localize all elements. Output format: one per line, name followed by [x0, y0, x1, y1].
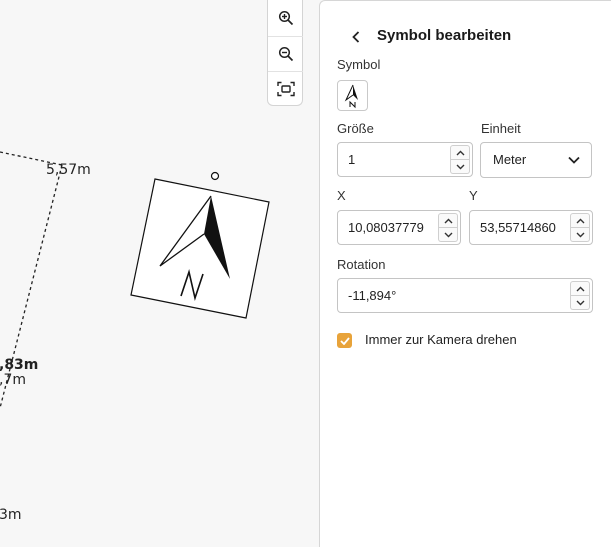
chevron-up-icon	[576, 218, 584, 223]
y-value: 53,55714860	[480, 220, 556, 235]
size-decrement-button[interactable]	[450, 160, 470, 174]
back-button[interactable]	[347, 26, 365, 48]
symbol-label: Symbol	[337, 57, 381, 72]
zoom-out-button[interactable]	[268, 36, 303, 71]
x-input[interactable]: 10,08037779	[337, 210, 461, 245]
north-arrow-icon	[344, 84, 358, 108]
chevron-down-icon	[576, 300, 584, 305]
rotation-value: -11,894°	[348, 288, 397, 303]
zoom-controls	[267, 0, 303, 106]
y-input[interactable]: 53,55714860	[469, 210, 593, 245]
chevron-up-icon	[576, 286, 584, 291]
rotation-input[interactable]: -11,894°	[337, 278, 593, 313]
face-camera-label: Immer zur Kamera drehen	[365, 332, 517, 347]
symbol-picker-button[interactable]	[337, 80, 368, 111]
rotation-decrement-button[interactable]	[570, 296, 590, 310]
x-value: 10,08037779	[348, 220, 424, 235]
north-arrow-symbol[interactable]	[130, 171, 270, 319]
y-label: Y	[469, 188, 478, 203]
unit-select[interactable]: Meter	[480, 142, 592, 178]
x-increment-button[interactable]	[438, 213, 458, 228]
chevron-down-icon	[568, 156, 580, 164]
symbol-edit-panel: Symbol bearbeiten Symbol Größe Einheit 1…	[319, 0, 611, 547]
size-label: Größe	[337, 121, 374, 136]
unit-value: Meter	[493, 152, 527, 167]
size-input[interactable]: 1	[337, 142, 473, 177]
measurement-label: ,83m	[0, 357, 39, 373]
x-label: X	[337, 188, 346, 203]
x-decrement-button[interactable]	[438, 228, 458, 242]
chevron-down-icon	[456, 164, 464, 169]
zoom-in-icon	[278, 10, 293, 25]
unit-label: Einheit	[481, 121, 521, 136]
rotation-label: Rotation	[337, 257, 386, 272]
face-camera-checkbox[interactable]	[337, 333, 352, 348]
chevron-down-icon	[444, 232, 452, 237]
y-increment-button[interactable]	[570, 213, 590, 228]
fit-to-screen-button[interactable]	[268, 71, 303, 106]
size-stepper	[450, 145, 470, 174]
rotation-stepper	[570, 281, 590, 310]
rotation-increment-button[interactable]	[570, 281, 590, 296]
zoom-out-icon	[278, 46, 293, 62]
measurement-label: 3m	[0, 507, 22, 523]
fit-to-screen-icon	[276, 81, 295, 97]
chevron-up-icon	[456, 150, 464, 155]
x-stepper	[438, 213, 458, 242]
chevron-up-icon	[444, 218, 452, 223]
size-value: 1	[348, 152, 356, 167]
measurement-label: ,7m	[0, 372, 26, 388]
zoom-in-button[interactable]	[268, 0, 303, 35]
checkmark-icon	[339, 336, 350, 345]
panel-title: Symbol bearbeiten	[377, 27, 512, 44]
rotation-handle[interactable]	[210, 171, 220, 181]
y-stepper	[570, 213, 590, 242]
size-increment-button[interactable]	[450, 145, 470, 160]
measurement-label: 5,57m	[46, 162, 91, 178]
y-decrement-button[interactable]	[570, 228, 590, 242]
chevron-down-icon	[576, 232, 584, 237]
chevron-left-icon	[352, 31, 360, 43]
